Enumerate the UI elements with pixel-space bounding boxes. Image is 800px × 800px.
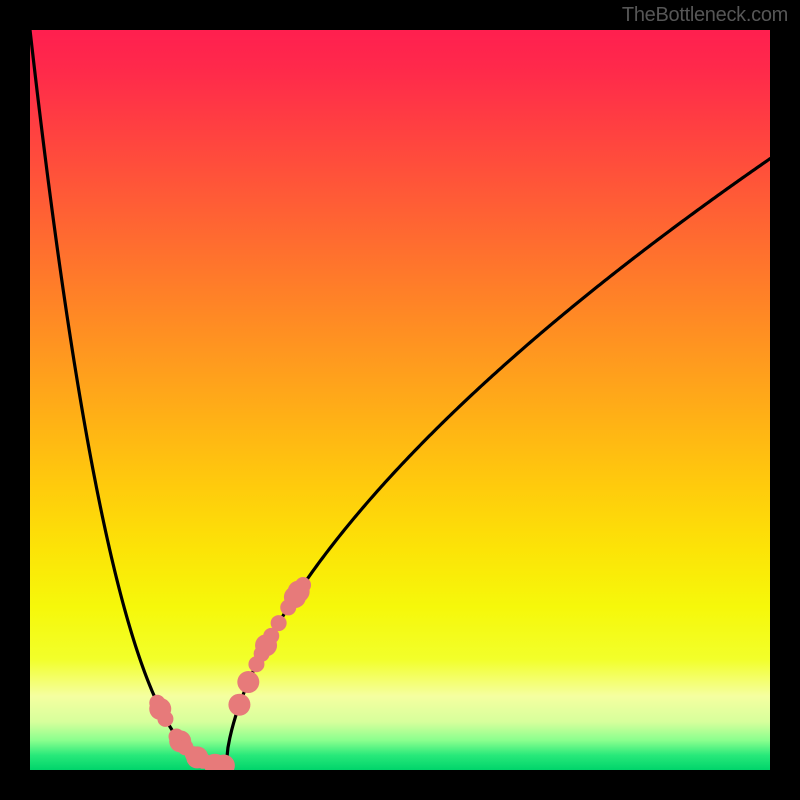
curve-layer [30,30,770,770]
curve-marker [157,711,173,727]
chart-frame [30,30,770,770]
curve-marker [228,694,250,716]
bottleneck-curve [30,30,770,766]
curve-marker [295,577,311,593]
curve-marker [271,615,287,631]
curve-marker [237,671,259,693]
watermark-text: TheBottleneck.com [622,4,788,27]
